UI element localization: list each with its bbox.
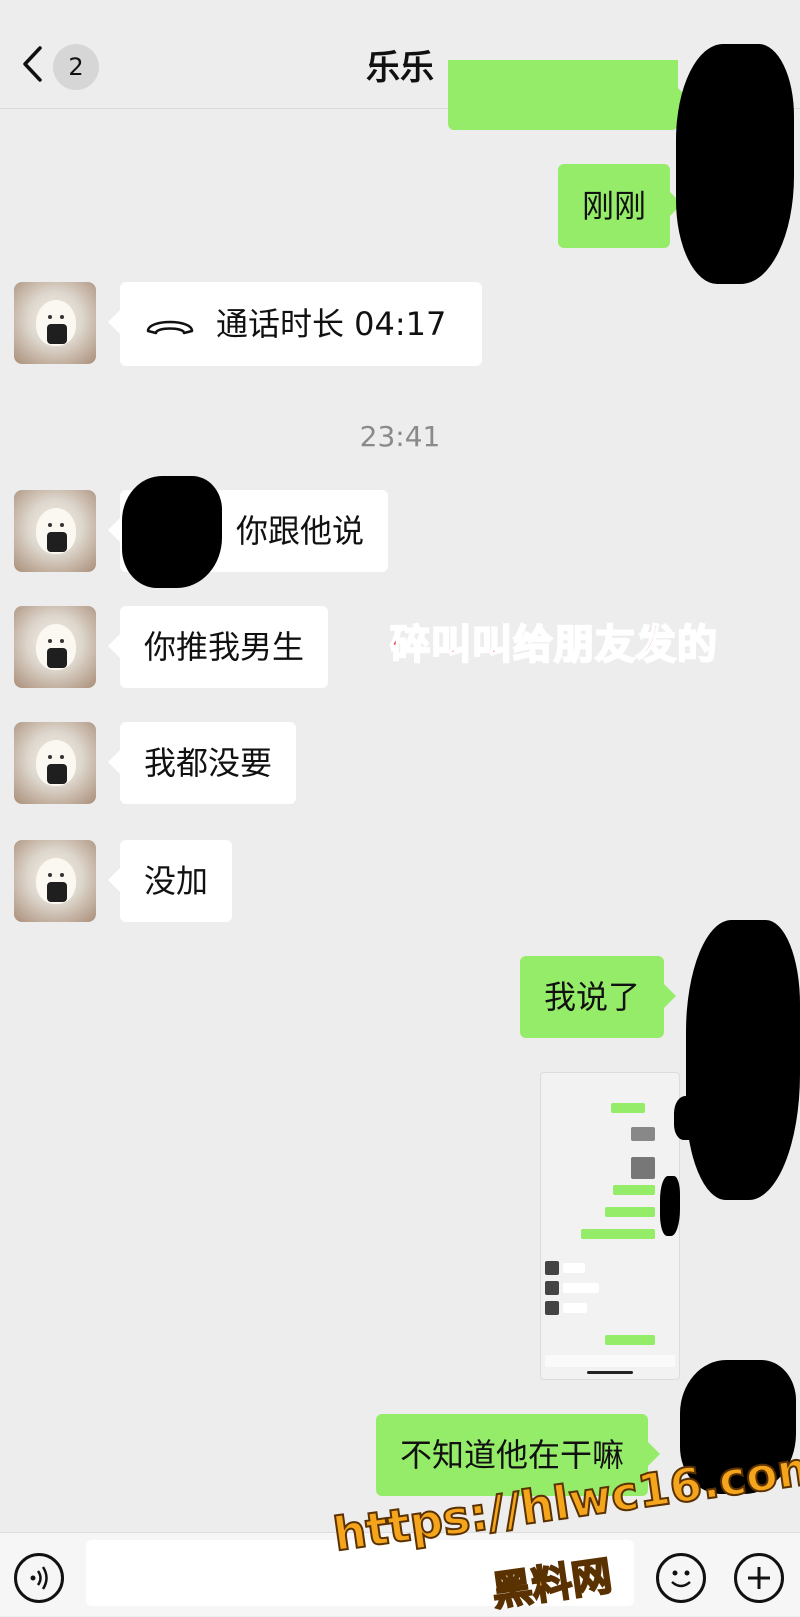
voice-wave-icon (30, 1566, 48, 1590)
incoming-message[interactable]: 你推我男生 (107, 606, 329, 688)
call-duration-text: 通话时长 04:17 (216, 305, 447, 343)
call-record-bubble[interactable]: 通话时长 04:17 (108, 282, 482, 366)
contact-avatar[interactable] (14, 490, 96, 572)
contact-avatar[interactable] (14, 840, 96, 922)
more-plus-button[interactable] (734, 1553, 784, 1603)
overlay-caption: 碎叫叫给朋友发的 (389, 621, 718, 669)
emoji-button[interactable] (656, 1553, 706, 1603)
redaction-mark (660, 1176, 680, 1236)
contact-avatar[interactable] (14, 282, 96, 364)
voice-input-button[interactable] (14, 1553, 64, 1603)
outgoing-bubble-partial[interactable] (448, 60, 690, 130)
phone-hangup-icon (146, 320, 194, 335)
outgoing-message[interactable]: 我说了 (520, 956, 677, 1038)
outgoing-message[interactable]: 刚刚 (558, 164, 683, 248)
redaction-mark (674, 1096, 702, 1140)
smiley-icon (671, 1570, 691, 1588)
timestamp: 23:41 (359, 420, 441, 453)
image-message-screenshot[interactable] (540, 1072, 680, 1380)
redaction-mark (686, 920, 800, 1200)
plus-icon (748, 1567, 770, 1589)
redaction-mark (122, 476, 222, 588)
chat-title: 乐乐 (366, 48, 434, 88)
incoming-message[interactable]: 没加 (107, 840, 233, 922)
redaction-mark (676, 44, 794, 284)
contact-avatar[interactable] (14, 606, 96, 688)
incoming-message[interactable]: 我都没要 (107, 722, 297, 804)
contact-avatar[interactable] (14, 722, 96, 804)
